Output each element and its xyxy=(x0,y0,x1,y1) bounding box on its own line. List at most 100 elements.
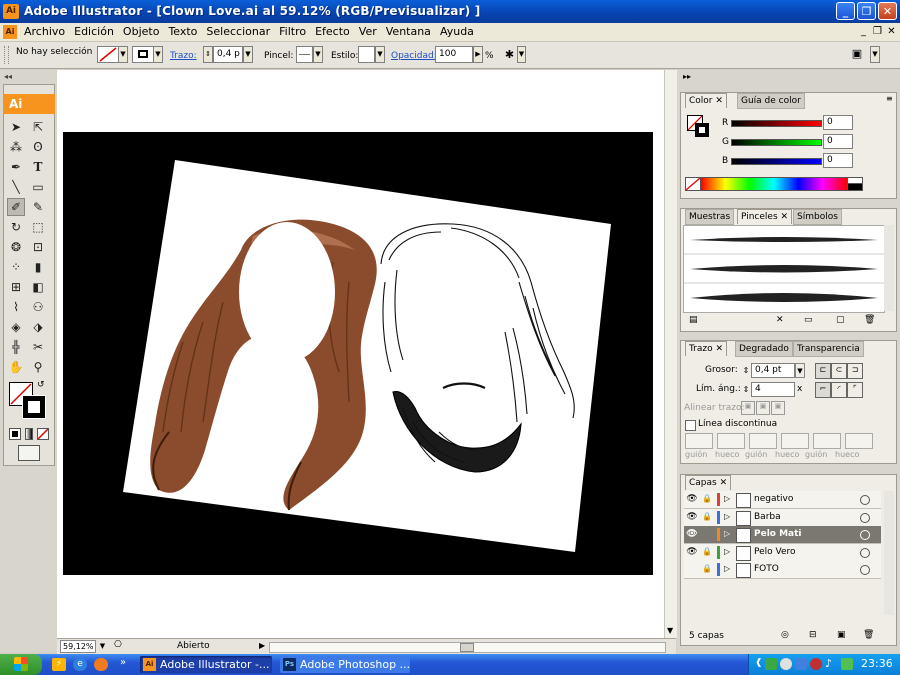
expand-triangle-icon[interactable]: ▷ xyxy=(724,512,730,521)
live-paint-selection-tool-icon[interactable]: ⬗ xyxy=(29,318,47,336)
opacidad-label[interactable]: Opacidad: xyxy=(391,51,437,61)
lock-icon[interactable]: 🔒 xyxy=(701,547,713,558)
opacity-dropdown[interactable]: ▶ xyxy=(473,46,483,63)
brush-dropdown[interactable]: ▼ xyxy=(313,46,323,63)
doc-restore-button[interactable]: ❐ xyxy=(871,26,884,38)
workspace-dropdown[interactable]: ▼ xyxy=(870,46,880,63)
round-join-icon[interactable]: ◜ xyxy=(831,382,847,398)
color-spectrum[interactable] xyxy=(700,177,848,191)
firefox-icon[interactable] xyxy=(94,658,108,671)
menu-seleccionar[interactable]: Seleccionar xyxy=(204,25,277,38)
r-slider[interactable] xyxy=(731,120,822,127)
tray-icon-3[interactable] xyxy=(780,658,792,670)
lock-icon[interactable]: 🔒 xyxy=(701,512,713,523)
align-center-icon[interactable]: ▣ xyxy=(741,401,755,415)
menu-efecto[interactable]: Efecto xyxy=(313,25,357,38)
symbol-sprayer-tool-icon[interactable]: ⁘ xyxy=(7,258,25,276)
menu-objeto[interactable]: Objeto xyxy=(121,25,167,38)
tray-icon-4[interactable] xyxy=(795,658,807,670)
bevel-join-icon[interactable]: ⌜ xyxy=(847,382,863,398)
swap-arrow-icon[interactable]: ↺ xyxy=(37,380,45,390)
tray-icon-5[interactable] xyxy=(810,658,822,670)
target-circle-icon[interactable] xyxy=(860,565,870,575)
gradient-mode-icon[interactable] xyxy=(25,428,33,440)
round-cap-icon[interactable]: ⊂ xyxy=(831,363,847,379)
fill-dropdown[interactable]: ▼ xyxy=(118,46,128,63)
visibility-eye-icon[interactable]: 👁 xyxy=(686,494,698,505)
tab-color-guide[interactable]: Guía de color xyxy=(737,93,805,109)
trazo-stepper[interactable]: ⇕ xyxy=(203,46,213,63)
slice-tool-icon[interactable]: ╬ xyxy=(7,338,25,356)
tab-transparency[interactable]: Transparencia xyxy=(793,341,864,357)
close-button[interactable]: ✕ xyxy=(878,2,897,20)
brush-list[interactable] xyxy=(683,225,885,313)
stroke-dropdown[interactable]: ▼ xyxy=(153,46,163,63)
none-swatch[interactable] xyxy=(685,177,701,191)
dash-input-2[interactable] xyxy=(749,433,777,449)
menu-filtro[interactable]: Filtro xyxy=(277,25,313,38)
quicklaunch-overflow-icon[interactable]: » xyxy=(120,657,126,668)
weight-stepper[interactable]: ⇕ xyxy=(741,363,751,378)
tray-icon-1[interactable]: ❰ xyxy=(755,658,763,668)
vertical-scrollbar[interactable]: ▼ xyxy=(664,70,677,638)
control-grip[interactable] xyxy=(4,46,9,64)
projecting-cap-icon[interactable]: ⊐ xyxy=(847,363,863,379)
horizontal-scrollbar[interactable] xyxy=(269,642,666,653)
quicklaunch-icon-1[interactable]: ⚡ xyxy=(52,658,66,671)
gap-input-2[interactable] xyxy=(781,433,809,449)
expand-arrows-icon[interactable]: ▸▸ xyxy=(683,72,691,81)
menu-ventana[interactable]: Ventana xyxy=(384,25,438,38)
layer-row[interactable]: 👁 🔒 ▷ Barba xyxy=(684,508,881,527)
expand-triangle-icon[interactable]: ▷ xyxy=(724,494,730,503)
dash-input-3[interactable] xyxy=(813,433,841,449)
eyedropper-tool-icon[interactable]: ⌇ xyxy=(7,298,25,316)
layer-row[interactable]: 👁 🔒 ▷ negativo xyxy=(684,491,881,509)
clock[interactable]: 23:36 xyxy=(861,657,893,670)
g-slider[interactable] xyxy=(731,139,822,146)
stroke-swatch[interactable] xyxy=(695,123,709,137)
rectangle-tool-icon[interactable]: ▭ xyxy=(29,178,47,196)
tray-icon-2[interactable] xyxy=(765,658,777,670)
trazo-weight-dropdown[interactable]: ▼ xyxy=(243,46,253,63)
expand-triangle-icon[interactable]: ▷ xyxy=(724,564,730,573)
magic-wand-icon[interactable]: ✱ xyxy=(502,47,517,62)
dash-input-1[interactable] xyxy=(685,433,713,449)
visibility-eye-icon[interactable] xyxy=(686,564,698,575)
new-brush-icon[interactable]: ▢ xyxy=(836,315,845,325)
black-swatch[interactable] xyxy=(847,183,863,191)
tab-gradient[interactable]: Degradado xyxy=(735,341,793,357)
miter-join-icon[interactable]: ⌐ xyxy=(815,382,831,398)
type-tool-icon[interactable]: T xyxy=(29,158,47,176)
tab-stroke[interactable]: Trazo ✕ xyxy=(685,341,728,356)
menu-texto[interactable]: Texto xyxy=(166,25,204,38)
taskbar-item-illustrator[interactable]: Ai Adobe Illustrator -... xyxy=(140,656,272,673)
stroke-swatch[interactable] xyxy=(132,46,154,63)
lock-icon[interactable]: 🔒 xyxy=(701,494,713,505)
volume-icon[interactable]: ♪ xyxy=(825,657,832,670)
delete-layer-icon[interactable]: 🗑 xyxy=(863,630,874,640)
delete-brush-icon[interactable]: 🗑 xyxy=(864,315,875,325)
hand-tool-icon[interactable]: ✋ xyxy=(7,358,25,376)
taskbar-item-photoshop[interactable]: Ps Adobe Photoshop ... xyxy=(280,656,410,673)
new-sublayer-icon[interactable]: ▣ xyxy=(837,630,846,640)
workspace-icon[interactable]: ▣ xyxy=(848,47,866,62)
doc-minimize-button[interactable]: _ xyxy=(857,26,870,38)
remove-brush-stroke-icon[interactable]: ✕ xyxy=(776,315,784,325)
expand-triangle-icon[interactable]: ▷ xyxy=(724,547,730,556)
zoom-input[interactable]: 59,12% xyxy=(60,640,96,653)
dashed-line-checkbox[interactable] xyxy=(685,420,696,431)
layer-row[interactable]: 🔒 ▷ FOTO xyxy=(684,561,881,579)
minimize-button[interactable]: _ xyxy=(836,2,855,20)
pen-tool-icon[interactable]: ✒ xyxy=(7,158,25,176)
tab-swatches[interactable]: Muestras xyxy=(685,209,735,225)
weight-input[interactable]: 0,4 pt xyxy=(751,363,795,378)
mesh-tool-icon[interactable]: ⊞ xyxy=(7,278,25,296)
scroll-down-icon[interactable]: ▼ xyxy=(667,626,673,635)
brush-picker[interactable] xyxy=(296,46,313,63)
visibility-eye-icon[interactable]: 👁 xyxy=(686,547,698,558)
paintbrush-tool-icon[interactable]: ✐ xyxy=(7,198,25,216)
lock-icon[interactable]: 🔒 xyxy=(701,564,713,575)
zoom-dropdown[interactable]: ▼ xyxy=(97,640,108,653)
brush-library-icon[interactable]: ▤ xyxy=(689,315,698,325)
pencil-tool-icon[interactable]: ✎ xyxy=(29,198,47,216)
